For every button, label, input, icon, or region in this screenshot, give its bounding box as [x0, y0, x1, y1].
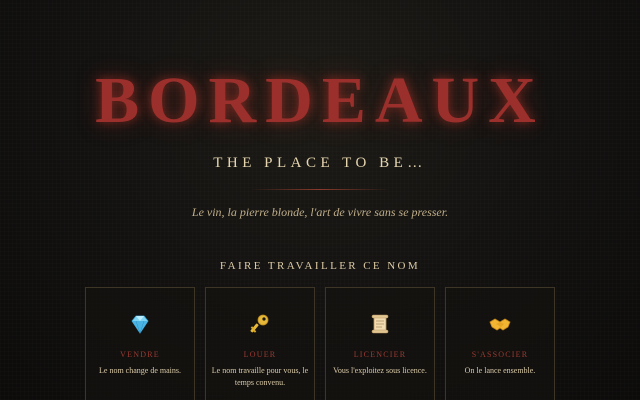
motto: Le vin, la pierre blonde, l'art de vivre…	[191, 205, 449, 219]
card-sassocier[interactable]: S'ASSOCIER On le lance ensemble.	[445, 287, 555, 400]
card-description: Vous l'exploitez sous licence.	[333, 366, 427, 375]
card-description: Le nom change de mains.	[99, 366, 181, 375]
card-title: VENDRE	[120, 350, 160, 359]
card-title: LOUER	[243, 350, 277, 359]
key-icon	[248, 312, 272, 336]
card-title: S'ASSOCIER	[471, 350, 529, 359]
card-title: LICENCIER	[353, 350, 407, 359]
divider	[250, 189, 390, 190]
card-licencier[interactable]: LICENCIER Vous l'exploitez sous licence.	[325, 287, 435, 400]
card-louer[interactable]: LOUER Le nom travaille pour vous, le tem…	[205, 287, 315, 400]
tagline: THE PLACE TO BE…	[213, 155, 427, 171]
offer-cards: VENDRE Le nom change de mains. LOUER Le …	[85, 287, 555, 400]
card-description: On le lance ensemble.	[464, 366, 536, 375]
card-description: Le nom travaille pour vous, le temps con…	[211, 366, 309, 387]
diamond-icon	[128, 312, 152, 336]
section-title: FAIRE TRAVAILLER CE NOM	[219, 260, 421, 272]
handshake-icon	[488, 312, 512, 336]
brand-title: BORDEAUX	[95, 64, 545, 137]
scroll-icon	[368, 312, 392, 336]
card-vendre[interactable]: VENDRE Le nom change de mains.	[85, 287, 195, 400]
